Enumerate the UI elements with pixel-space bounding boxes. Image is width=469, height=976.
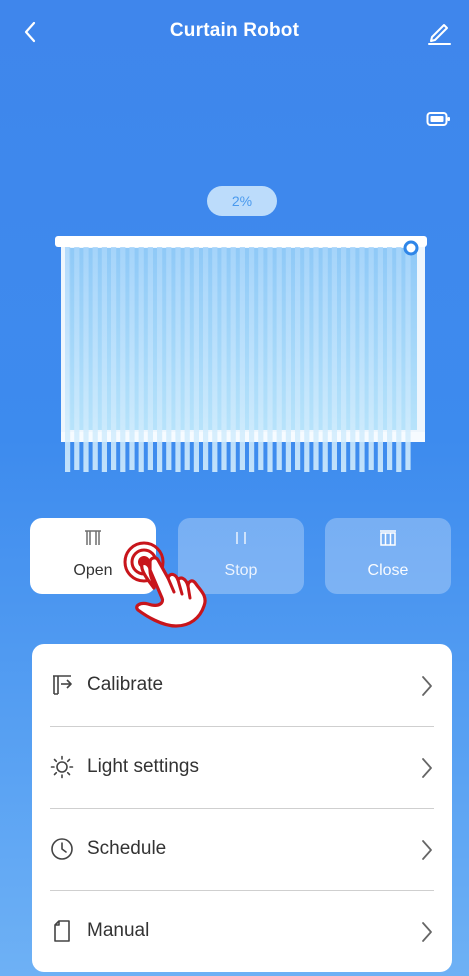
curtain-slat <box>138 247 144 472</box>
chevron-right-icon <box>422 922 432 942</box>
curtain-slat <box>304 247 310 472</box>
pause-icon <box>236 532 246 544</box>
menu-item-label: Manual <box>87 920 150 941</box>
settings-menu: Calibrate Light settings Schedule Manual <box>32 644 452 972</box>
menu-item-light-settings[interactable]: Light settings <box>32 726 452 808</box>
curtain-slat <box>276 247 282 470</box>
menu-item-label: Calibrate <box>87 674 164 695</box>
page-title: Curtain Robot <box>169 20 300 41</box>
curtain-slat <box>285 247 291 472</box>
chevron-right-icon <box>422 758 432 778</box>
pencil-icon[interactable] <box>425 18 453 46</box>
curtain-slat <box>239 247 245 470</box>
chevron-right-icon <box>422 840 432 860</box>
close-label: Close <box>367 562 409 579</box>
position-badge: 2% <box>207 186 277 216</box>
curtain-slat <box>147 247 153 470</box>
curtain-slat <box>331 247 337 470</box>
curtain-slat <box>129 247 135 470</box>
battery-icon <box>426 112 450 126</box>
curtain-slat <box>184 247 190 470</box>
curtain-slat <box>166 247 172 470</box>
curtain-slat <box>65 247 71 472</box>
curtain-slat <box>193 247 199 472</box>
menu-item-calibrate[interactable]: Calibrate <box>32 644 452 726</box>
curtain-slat <box>212 247 218 472</box>
curtain-slat <box>120 247 126 472</box>
curtain-open-icon <box>85 530 101 545</box>
curtain-slat <box>230 247 236 472</box>
curtain-close-icon <box>380 530 396 546</box>
curtain-slat <box>350 247 356 470</box>
curtain-slat <box>322 247 328 472</box>
curtain-slat <box>405 247 411 470</box>
curtain-slat <box>92 247 98 470</box>
curtain-slat <box>157 247 163 472</box>
menu-item-label: Light settings <box>87 756 199 777</box>
curtain-slat <box>341 247 347 472</box>
sun-icon <box>50 755 74 779</box>
menu-item-manual[interactable]: Manual <box>32 890 452 972</box>
curtain-slat <box>111 247 117 470</box>
curtain-slat <box>83 247 89 472</box>
clock-icon <box>51 838 73 860</box>
curtain-slat <box>74 247 80 470</box>
curtain-slat <box>249 247 255 472</box>
curtain-slat <box>387 247 393 470</box>
chevron-right-icon <box>422 676 432 696</box>
app-header: Curtain Robot <box>0 0 469 66</box>
calibrate-icon <box>53 675 72 695</box>
document-icon <box>54 920 70 942</box>
curtain-illustration <box>55 236 427 472</box>
tap-hand-icon <box>123 541 207 628</box>
curtain-slat <box>267 247 273 472</box>
curtain-slat <box>313 247 319 470</box>
curtain-slat <box>221 247 227 470</box>
curtain-slat <box>258 247 264 470</box>
close-button[interactable]: Close <box>325 518 451 594</box>
curtain-slat <box>396 247 402 472</box>
curtain-slat <box>359 247 365 472</box>
curtain-slat <box>295 247 301 470</box>
curtain-slat <box>175 247 181 472</box>
curtain-slat <box>377 247 383 472</box>
curtain-slat <box>203 247 209 470</box>
menu-item-label: Schedule <box>87 838 167 859</box>
curtain-controls: Open Stop Close <box>0 518 469 594</box>
curtain-slat <box>368 247 374 470</box>
curtain-slat <box>101 247 107 472</box>
menu-item-schedule[interactable]: Schedule <box>32 808 452 890</box>
